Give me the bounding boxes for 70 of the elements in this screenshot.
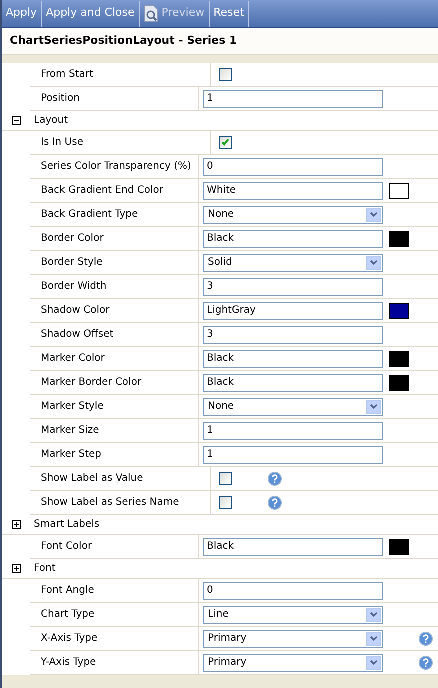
property-label: Marker Border Color: [41, 376, 142, 390]
property-label: Border Style: [41, 256, 103, 270]
text-field[interactable]: 1: [203, 90, 383, 108]
text-field[interactable]: Black: [203, 538, 383, 556]
expand-button[interactable]: [12, 520, 20, 529]
property-label: Marker Color: [41, 352, 105, 366]
plus-icon: [12, 565, 20, 572]
checkbox[interactable]: [219, 472, 232, 485]
property-label: Show Label as Value: [41, 472, 144, 486]
text-field[interactable]: Black: [203, 374, 383, 392]
property-label: From Start: [41, 68, 94, 82]
dropdown[interactable]: Primary: [203, 630, 383, 648]
checkbox[interactable]: [219, 136, 232, 149]
text-field[interactable]: LightGray: [203, 302, 383, 320]
section-label: Smart Labels: [33, 518, 100, 532]
checkbox[interactable]: [219, 496, 232, 509]
text-field[interactable]: Black: [203, 350, 383, 368]
dropdown[interactable]: Solid: [203, 254, 383, 272]
property-label: Font Color: [41, 540, 92, 554]
text-field[interactable]: 3: [203, 278, 383, 296]
section-label: Layout: [33, 114, 68, 128]
property-label: Y-Axis Type: [41, 656, 96, 670]
color-swatch[interactable]: [389, 374, 409, 390]
toolbar-button[interactable]: Reset: [210, 0, 250, 26]
help-icon[interactable]: [268, 472, 282, 486]
property-label: Back Gradient Type: [41, 208, 138, 222]
dropdown[interactable]: Line: [203, 606, 383, 624]
dropdown[interactable]: None: [203, 398, 383, 416]
text-field[interactable]: Black: [203, 230, 383, 248]
property-label: Shadow Offset: [41, 328, 114, 342]
color-swatch[interactable]: [389, 538, 409, 554]
property-label: Chart Type: [41, 608, 95, 622]
property-label: Show Label as Series Name: [41, 496, 180, 510]
color-swatch[interactable]: [389, 230, 409, 246]
help-icon[interactable]: [419, 656, 433, 670]
property-label: Marker Step: [41, 448, 102, 462]
text-field[interactable]: 0: [203, 158, 383, 176]
text-field[interactable]: 3: [203, 326, 383, 344]
property-label: X-Axis Type: [41, 632, 98, 646]
minus-icon: [12, 117, 20, 124]
text-field[interactable]: White: [203, 182, 383, 200]
collapse-button[interactable]: [12, 116, 20, 125]
dropdown[interactable]: Primary: [203, 654, 383, 672]
help-icon[interactable]: [268, 496, 282, 510]
checkbox[interactable]: [219, 68, 232, 81]
toolbar-button[interactable]: Apply: [2, 0, 42, 26]
property-label: Border Width: [41, 280, 107, 294]
property-label: Marker Size: [41, 424, 100, 438]
preview-icon: [144, 4, 160, 22]
color-swatch[interactable]: [389, 350, 409, 366]
property-label: Font Angle: [41, 584, 94, 598]
property-label: Border Color: [41, 232, 104, 246]
property-label: Back Gradient End Color: [41, 184, 164, 198]
text-field[interactable]: 1: [203, 446, 383, 464]
color-swatch[interactable]: [389, 182, 409, 198]
expand-button[interactable]: [12, 564, 20, 573]
help-icon[interactable]: [419, 632, 433, 646]
plus-icon: [12, 521, 20, 528]
toolbar-button[interactable]: Apply and Close: [42, 0, 140, 26]
property-label: Position: [41, 92, 80, 106]
dropdown[interactable]: None: [203, 206, 383, 224]
section-label: Font: [33, 562, 56, 576]
text-field[interactable]: 1: [203, 422, 383, 440]
property-label: Is In Use: [41, 136, 84, 150]
property-label: Shadow Color: [41, 304, 110, 318]
panel-title: ChartSeriesPositionLayout - Series 1: [10, 32, 238, 49]
property-label: Series Color Transparency (%): [41, 160, 192, 174]
color-swatch[interactable]: [389, 302, 409, 318]
text-field[interactable]: 0: [203, 582, 383, 600]
property-label: Marker Style: [41, 400, 104, 414]
